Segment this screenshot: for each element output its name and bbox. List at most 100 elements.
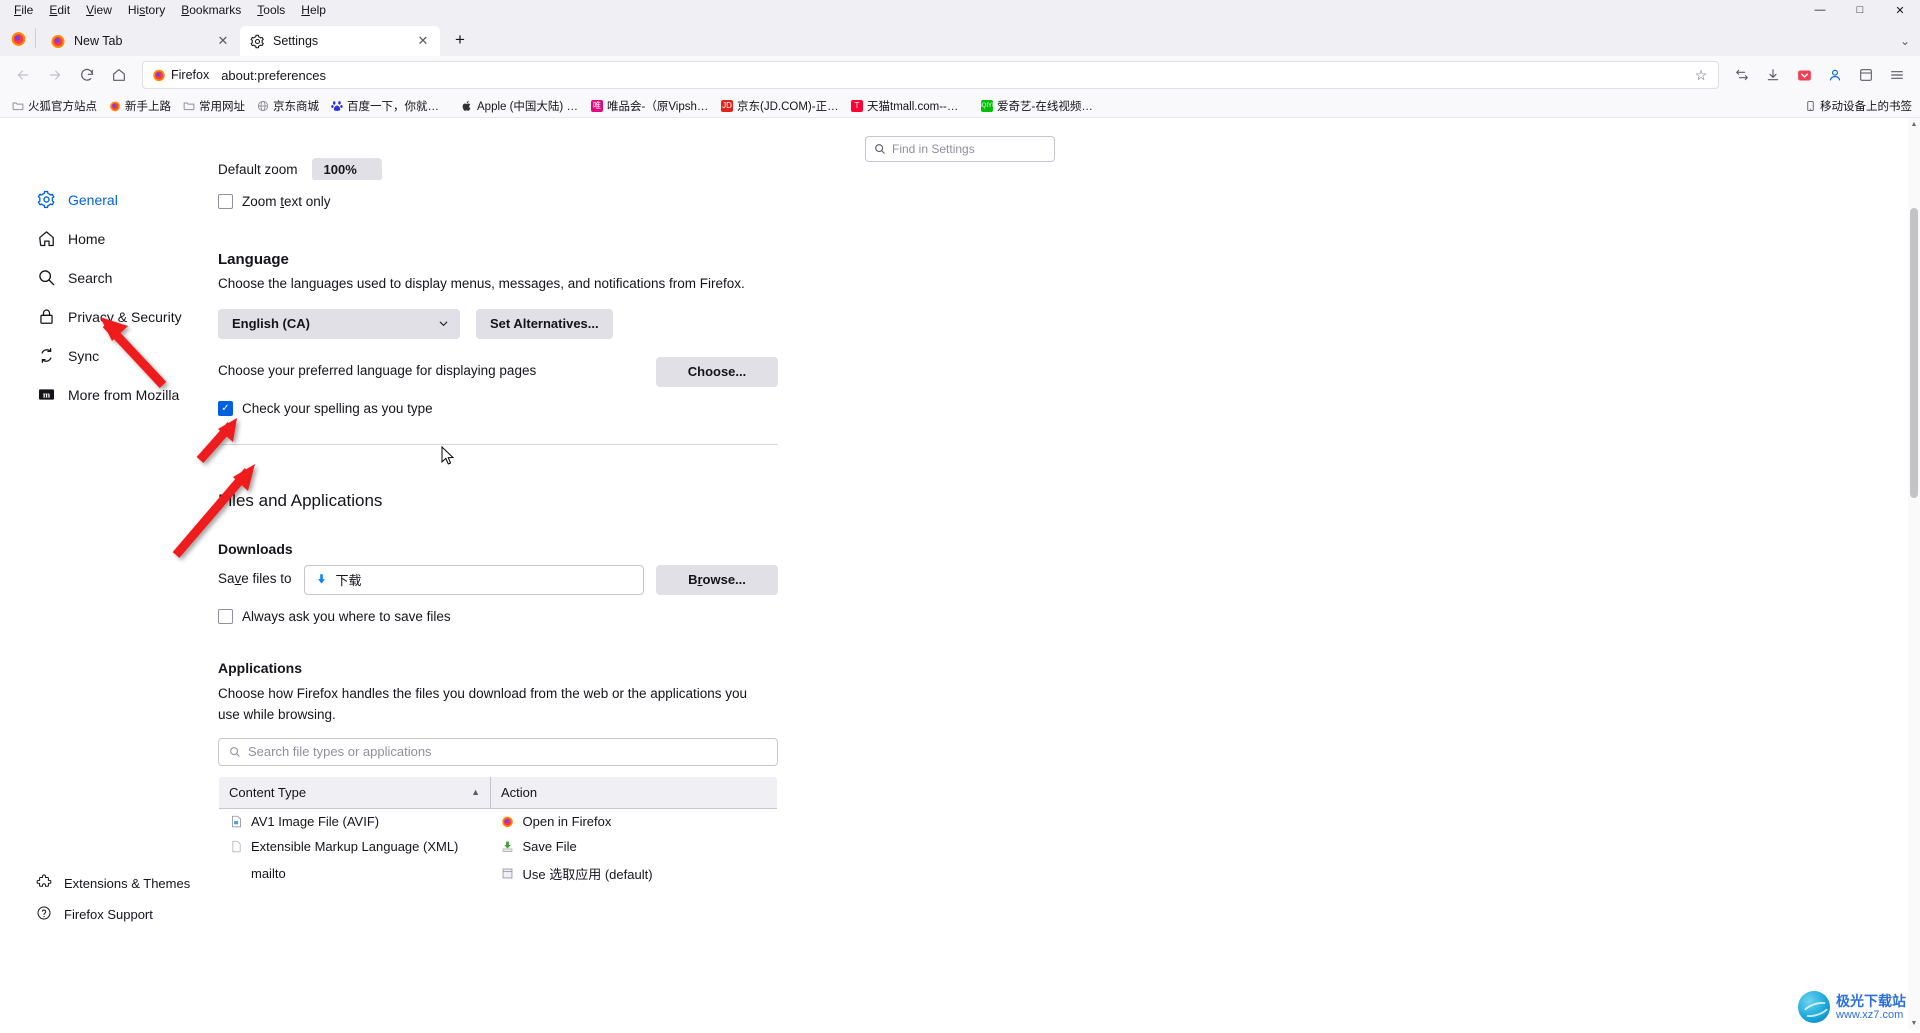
bookmark-item[interactable]: 新手上路 [103,96,177,116]
language-select[interactable]: English (CA) [218,308,460,339]
home-button[interactable] [104,60,134,90]
baidu-icon [331,100,343,111]
choose-button[interactable]: Choose... [656,356,778,387]
section-divider [218,443,778,445]
set-alternatives-button[interactable]: Set Alternatives... [476,308,613,339]
close-icon[interactable]: ✕ [214,32,232,50]
bookmark-item[interactable]: T 天猫tmall.com--理想... [845,96,975,116]
file-types-search-input[interactable]: Search file types or applications [218,737,778,766]
app-menu-button[interactable] [1882,60,1912,90]
search-placeholder: Find in Settings [892,142,975,156]
sort-ascending-icon: ▲ [471,786,480,797]
download-arrow-icon [317,574,325,584]
bookmark-item[interactable]: 京东商城 [251,96,325,116]
default-zoom-select[interactable]: 100% [311,158,382,180]
sidebar-item-general[interactable]: General [28,180,218,219]
spellcheck-row[interactable]: ✓ Check your spelling as you type [218,400,778,416]
download-path-field[interactable]: 下载 [303,564,644,595]
sidebar-item-sync[interactable]: Sync [28,336,218,375]
browse-button[interactable]: Browse... [656,564,778,595]
table-row[interactable]: Extensible Markup Language (XML) Save Fi… [219,834,778,859]
back-button[interactable] [8,60,38,90]
sidebar-item-firefox-support[interactable]: Firefox Support [28,899,228,930]
cell-action[interactable]: Open in Firefox [491,808,778,834]
menu-file[interactable]: File [6,1,41,19]
bookmark-item[interactable]: 百度一下，你就知道 [325,96,455,116]
menu-tools[interactable]: Tools [249,1,293,19]
menu-bookmarks[interactable]: Bookmarks [173,1,249,19]
cell-action[interactable]: Use 选取应用 (default) [491,859,778,888]
vertical-scrollbar[interactable]: ▲ ▼ [1908,118,1920,1029]
minimize-button[interactable]: — [1800,0,1840,20]
spellcheck-checkbox[interactable]: ✓ [218,400,233,416]
tab-settings[interactable]: Settings ✕ [240,26,440,56]
pocket-button[interactable] [1789,60,1819,90]
firefox-icon [51,35,65,48]
mobile-bookmarks[interactable]: 移动设备上的书签 [1805,98,1912,114]
sidebar-item-search[interactable]: Search [28,258,218,297]
menu-history[interactable]: History [120,1,173,19]
downloads-button[interactable] [1758,60,1788,90]
settings-sidebar: General Home Search Privacy & Security S… [28,180,218,414]
bookmark-item[interactable]: iQIYI 爱奇艺-在线视频网站... [975,96,1105,116]
extensions-button[interactable] [1727,60,1757,90]
search-input[interactable]: Find in Settings [865,136,1055,162]
bookmark-label: 火狐官方站点 [28,100,97,113]
table-row[interactable]: AV1 Image File (AVIF) Open in Firefox [219,808,778,834]
sidebar-item-more-from-mozilla[interactable]: m More from Mozilla [28,375,218,414]
column-label: Action [501,784,538,800]
firefox-icon [153,69,165,82]
url-bar[interactable]: Firefox about:preferences ☆ [142,61,1719,89]
mobile-icon [1807,100,1814,111]
cell-action[interactable]: Save File [491,834,778,859]
column-content-type[interactable]: Content Type ▲ [219,776,491,809]
always-ask-checkbox[interactable] [218,608,233,624]
reload-button[interactable] [72,60,102,90]
bookmark-item[interactable]: Apple (中国大陆) - 官... [455,96,585,116]
sidebar-item-privacy-security[interactable]: Privacy & Security [28,297,218,336]
scrollbar-thumb[interactable] [1910,208,1918,498]
bookmark-item[interactable]: JD 京东(JD.COM)-正品... [715,96,845,116]
table-row[interactable]: mailto Use 选取应用 (default) [219,859,778,888]
sidebar-item-extensions-themes[interactable]: Extensions & Themes [28,868,228,899]
account-button[interactable] [1820,60,1850,90]
file-types-search-placeholder: Search file types or applications [248,744,432,760]
hamburger-menu-icon [1891,71,1903,79]
forward-arrow-icon [49,70,61,80]
sidebar-item-home[interactable]: Home [28,219,218,258]
extensions-icon [36,874,52,893]
home-icon [36,229,56,249]
identity-badge[interactable]: Firefox [147,66,218,84]
bookmark-item[interactable]: 常用网址 [177,96,251,116]
bookmark-label: 百度一下，你就知道 [347,100,449,113]
zoom-text-only-checkbox[interactable] [218,194,233,209]
close-window-button[interactable]: ✕ [1880,0,1920,20]
watermark-text: 极光下载站 www.xz7.com [1836,993,1906,1022]
bookmark-item[interactable]: 唯 唯品会-（原Vipshop.... [585,96,715,116]
menu-help[interactable]: Help [293,1,334,19]
zoom-text-only-label: Zoom text only [242,194,331,209]
scroll-up-icon[interactable]: ▲ [1908,118,1920,130]
menu-view[interactable]: View [78,1,120,19]
mozilla-m-icon: m [36,385,56,405]
bookmark-item[interactable]: 火狐官方站点 [6,96,103,116]
scroll-down-icon[interactable]: ▼ [1908,1017,1920,1029]
always-ask-row[interactable]: Always ask you where to save files [218,608,778,624]
list-all-tabs-icon[interactable]: ⌄ [1900,34,1910,48]
bookmark-label: 新手上路 [125,100,171,113]
maximize-button[interactable]: □ [1840,0,1880,20]
new-tab-button[interactable]: + [446,26,474,54]
save-to-pocket-button[interactable] [1851,60,1881,90]
bookmark-star-icon[interactable]: ☆ [1688,62,1714,88]
language-heading: Language [218,251,289,268]
action-label: Open in Firefox [522,813,612,829]
gear-icon [250,34,264,48]
zoom-text-only-row[interactable]: Zoom text only [218,194,778,209]
apple-icon [462,100,471,111]
menu-edit[interactable]: Edit [41,1,78,19]
close-icon[interactable]: ✕ [414,32,432,50]
forward-button[interactable] [40,60,70,90]
column-action[interactable]: Action [490,776,777,809]
url-text[interactable]: about:preferences [221,68,1684,83]
tab-new-tab[interactable]: New Tab ✕ [40,26,240,56]
